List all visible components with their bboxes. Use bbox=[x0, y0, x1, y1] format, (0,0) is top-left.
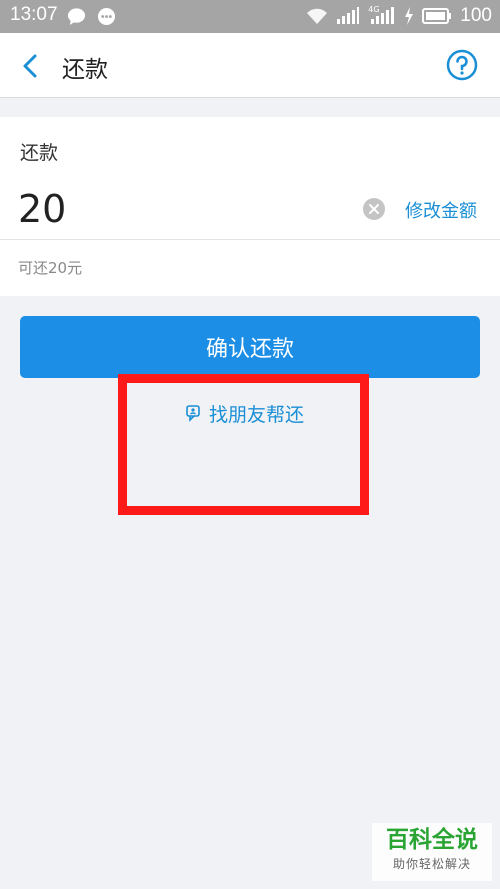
watermark-title: 百科全说 bbox=[386, 827, 478, 853]
signal-bars-icon bbox=[337, 7, 360, 24]
modify-amount-link[interactable]: 修改金额 bbox=[405, 197, 477, 223]
back-button[interactable] bbox=[16, 51, 46, 81]
clear-icon[interactable] bbox=[363, 198, 385, 220]
repayment-card: 还款 修改金额 可还20元 bbox=[0, 117, 500, 296]
watermark-subtitle: 助你轻松解决 bbox=[392, 857, 471, 871]
signal-4g-group: 4G bbox=[368, 5, 396, 25]
ask-friend-label: 找朋友帮还 bbox=[209, 403, 305, 426]
chat-dots-icon bbox=[97, 7, 116, 26]
battery-percent: 100 bbox=[460, 5, 492, 26]
battery-icon bbox=[422, 8, 452, 24]
status-right-group: 4G 100 bbox=[306, 5, 492, 27]
message-bubble-icon bbox=[67, 8, 86, 26]
charging-bolt-icon bbox=[405, 7, 414, 25]
repayment-label: 还款 bbox=[20, 142, 59, 164]
wifi-icon bbox=[307, 8, 328, 24]
status-time: 13:07 bbox=[10, 4, 58, 25]
ask-friend-link[interactable]: 找朋友帮还 bbox=[185, 400, 304, 426]
amount-input[interactable] bbox=[18, 183, 348, 235]
page-title: 还款 bbox=[62, 57, 108, 83]
network-type-label: 4G bbox=[368, 5, 380, 14]
available-amount-text: 可还20元 bbox=[18, 259, 83, 277]
divider bbox=[0, 239, 500, 240]
status-bar: 13:07 4G 100 bbox=[0, 0, 500, 33]
watermark-logo: 百科全说 助你轻松解决 bbox=[372, 823, 492, 881]
navigation-bar: 还款 bbox=[0, 33, 500, 98]
friend-chat-icon bbox=[186, 405, 200, 422]
confirm-repayment-button[interactable]: 确认还款 bbox=[20, 316, 480, 378]
annotation-highlight-box bbox=[118, 374, 369, 515]
help-button[interactable] bbox=[446, 49, 478, 81]
